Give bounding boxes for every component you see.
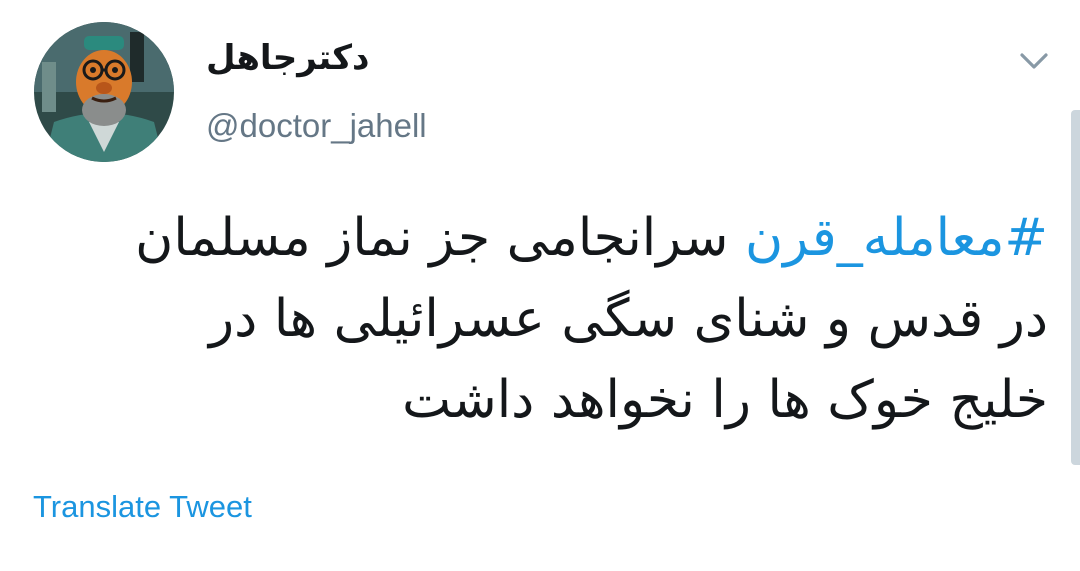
author-handle[interactable]: @doctor_jahell — [206, 104, 427, 148]
tweet-menu-button[interactable] — [1014, 40, 1054, 80]
translate-tweet-link[interactable]: Translate Tweet — [33, 486, 252, 528]
tweet-card: دکترجاهل @doctor_jahell #معامله_قرن سران… — [0, 0, 1080, 571]
tweet-text: #معامله_قرن سرانجامی جز نماز مسلمان در ق… — [30, 198, 1048, 441]
tweet-line-2: در قدس و شنای سگی عسرائیلی ها در — [209, 289, 1048, 349]
scrollbar[interactable] — [1071, 110, 1080, 465]
author-display-name[interactable]: دکترجاهل — [206, 34, 369, 82]
avatar-image — [34, 22, 174, 162]
hashtag-link[interactable]: #معامله_قرن — [745, 208, 1048, 268]
avatar[interactable] — [34, 22, 174, 162]
chevron-down-icon — [1020, 53, 1048, 69]
tweet-line-3: خلیج خوک ها را نخواهد داشت — [402, 370, 1048, 430]
tweet-line-1: #معامله_قرن سرانجامی جز نماز مسلمان — [30, 198, 1048, 279]
tweet-line-1-text: سرانجامی جز نماز مسلمان — [135, 208, 745, 268]
